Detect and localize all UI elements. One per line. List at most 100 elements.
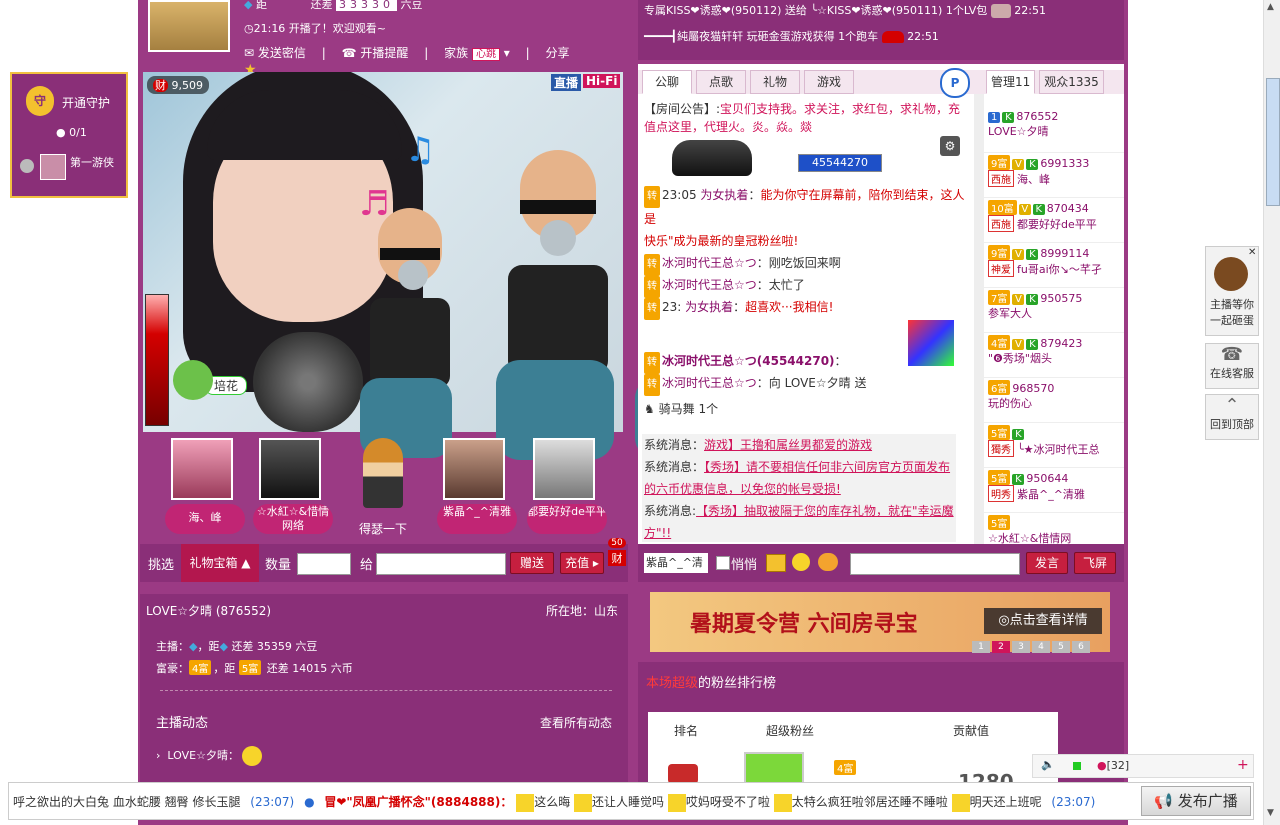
list-item[interactable]: 6富 968570 玩的伤心 [984,378,1124,423]
transfer-icon: 转 [644,186,660,208]
send-secret-msg[interactable]: 发送密信 [258,46,306,60]
fan-thumb-5[interactable]: 都要好好de平平 [527,438,607,534]
banner-pagination: 123456 [972,638,1092,653]
list-item[interactable]: 5富 K 獨秀 ╰★冰河时代王总 [984,423,1124,468]
scroll-down-icon[interactable]: ▼ [1267,808,1274,818]
guard-avatar[interactable] [40,154,66,180]
system-msg-2: 系统消息：【秀场】请不要相信任何非六间房官方页面发布的六币优惠信息，以免您的帐号… [644,460,951,496]
list-item[interactable]: 9富 V K 6991333 西施 海、峰 [984,153,1124,198]
tab-gift[interactable]: 礼物 [750,70,801,94]
image-icon[interactable] [766,554,786,572]
chat-message-input[interactable] [850,553,1020,575]
fan-thumb-3-label: 得瑟一下 [358,522,407,536]
list-item[interactable]: 9富 V K 8999114 神爱 fu哥ai你↘～芊孑 [984,243,1124,288]
chat-input-bar: 紫晶^_^清 悄悄 发言 飞屏 [638,544,1124,582]
publish-broadcast-button[interactable]: 📢 发布广播 [1141,786,1251,816]
guard-count: ● 0/1 [56,126,87,139]
gift-pick-label: 挑选 [148,558,175,573]
family-badge[interactable]: 心跳 [471,48,500,61]
fan-thumb-2[interactable]: ☆水紅☆&惜情网络 [253,438,333,534]
music-note-icon: ♫ [405,130,436,170]
crown-icon [668,764,698,784]
chat-line-3: 转冰河时代王总☆つ：刚吃饭回来啊 [644,252,841,276]
chevron-right-icon: › [156,749,161,762]
sports-car-icon [881,31,904,43]
gift-send-button[interactable]: 赠送 [510,552,554,574]
tab-public-chat[interactable]: 公聊 [642,70,693,94]
gift-box-dropdown[interactable]: 礼物宝箱 ▲ [181,544,259,582]
user-count[interactable]: ●[32] [1097,759,1129,772]
recharge-button[interactable]: 充值 ▸ [560,552,604,574]
list-item[interactable]: 5富 ☆水紅☆&惜情网 [984,513,1124,544]
chat-tabs: 公聊 点歌 礼物 游戏 P [638,68,984,98]
host-avatar[interactable] [148,0,230,52]
smile-emoji-icon[interactable] [792,553,810,571]
chat-line-5: 转 23: 为女执着：超喜欢···我相信! [644,296,833,320]
tab-managers[interactable]: 管理11 [986,70,1036,94]
megaphone-icon: 📢 [1154,792,1173,810]
list-item[interactable]: 1 K 876552 LOVE☆夕晴 [984,108,1124,153]
open-guard-button[interactable]: 开通守护 [62,94,110,111]
hammer-egg-icon [1214,257,1248,291]
back-to-top-button[interactable]: ⌃ 回到顶部 [1205,394,1259,440]
list-item[interactable]: 7富 V K 950575 参军大人 [984,288,1124,333]
close-icon[interactable]: ✕ [1248,247,1256,258]
announce-box: 专属KISS❤诱惑❤(950112) 送给 ╰☆KISS❤诱惑❤(950111)… [638,0,1124,60]
list-item[interactable]: 5富 K 950644 明秀 紫晶^_^清雅 [984,468,1124,513]
host-bangs [207,90,402,160]
tab-audience[interactable]: 观众1335 [1039,70,1104,94]
vip-emoji-icon[interactable] [818,553,838,571]
chat-target-select[interactable]: 紫晶^_^清 [644,553,708,573]
gift-bag-icon [990,4,1011,18]
user-icon: ● [56,126,66,139]
view-all-dynamics-link[interactable]: 查看所有动态 [540,714,612,731]
room-notice: 【房间公告】:宝贝们支持我。求关注，求红包，求礼物，充值点这里，代理火。炎。焱。… [644,102,961,134]
egg-widget[interactable]: ✕ 主播等你一起砸蛋 [1205,246,1259,336]
fan-thumb-1[interactable]: 海、峰 [165,438,245,534]
list-item[interactable]: 10富 V K 870434 西施 都要好好de平平 [984,198,1124,243]
chat-line-4: 转冰河时代王总☆つ：太忙了 [644,274,805,298]
family-label: 家族 [444,46,469,60]
tab-song[interactable]: 点歌 [696,70,747,94]
live-remind-link[interactable]: 开播提醒 [360,46,408,60]
scroll-up-icon[interactable]: ▲ [1267,2,1274,12]
host-actions: ✉ 发送密信 | ☎ 开播提醒 | 家族 心跳 ▾ | 分享 [244,46,570,61]
quiet-checkbox[interactable] [716,556,730,570]
send-chat-button[interactable]: 发言 [1026,552,1068,574]
banner-ad[interactable]: 暑期夏令营 六间房寻宝 ◎点击查看详情 123456 [650,592,1110,653]
quantity-label: 数量 [265,558,292,573]
col-fan: 超级粉丝 [766,724,815,738]
quantity-input[interactable] [297,553,351,575]
list-item[interactable]: 4富 V K 879423 "❻秀场"烟头 [984,333,1124,378]
chat-scrollbar[interactable] [974,94,984,544]
fan-thumb-3[interactable]: 得瑟一下 [349,438,417,537]
gear-icon[interactable]: ⚙ [940,136,960,156]
anchor-level-line: 主播：◆，距◆ 还差 35359 六豆 [156,640,318,653]
page-scrollbar[interactable]: ▲ ▼ [1263,0,1280,825]
add-icon[interactable]: + [1237,757,1249,773]
dynamic-item[interactable]: › LOVE☆夕晴： [156,746,263,766]
video-player[interactable]: 财 9,509 直播 Hi-Fi ♫ ♬ 培花 [143,72,623,432]
scroll-thumb[interactable] [1266,78,1280,206]
viewer-panel: 管理11 观众1335 1 K 876552 LOVE☆夕晴 9富 V K 6991333 … [984,64,1124,544]
guard-shield-small-icon [20,159,34,173]
share-link[interactable]: 分享 [546,46,570,60]
emoji-icon [951,793,970,812]
emoji-icon [667,793,686,812]
host-header: ◆ 距 还差 33330 六豆 ◷21:16 开播了！欢迎观看~ ✉ 发送密信 … [140,0,628,78]
fan-thumb-4[interactable]: 紫晶^_^清雅 [437,438,517,534]
tab-game[interactable]: 游戏 [804,70,855,94]
gift-image [908,320,954,366]
recipient-input[interactable] [376,553,506,575]
wealth-badge[interactable]: 50 财 [608,538,626,566]
fortune-icon: 财 [153,79,168,92]
speaker-icon[interactable]: 🔈 [1041,758,1055,771]
phone-icon: ☎ [1220,344,1244,365]
announce-line-1: 专属KISS❤诱惑❤(950112) 送给 ╰☆KISS❤诱惑❤(950111)… [644,4,1046,18]
fan-rank-title: 本场超级的粉丝排行榜 [646,676,777,691]
banner-detail-button[interactable]: ◎点击查看详情 [984,608,1102,634]
fly-screen-button[interactable]: 飞屏 [1074,552,1116,574]
p2-badge-icon[interactable]: P [940,68,970,98]
chevron-down-icon[interactable]: ▾ [504,46,510,60]
online-service-button[interactable]: ☎ 在线客服 [1205,343,1259,389]
